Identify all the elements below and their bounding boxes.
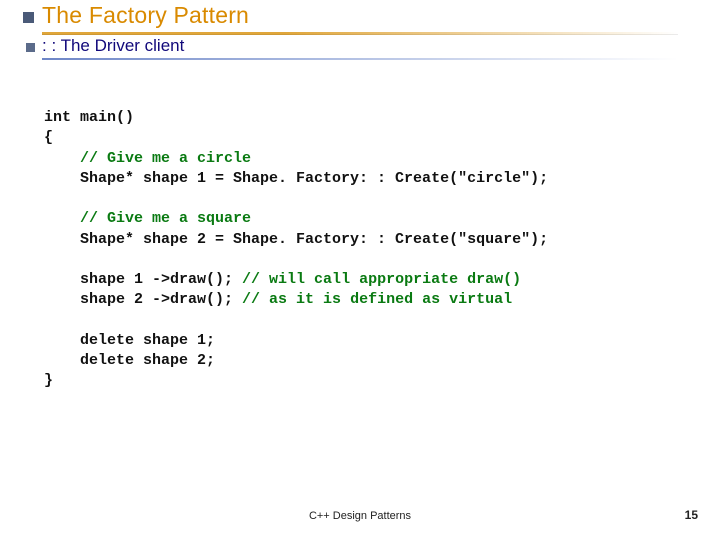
slide-subtitle: : : The Driver client: [42, 36, 184, 56]
title-underline: [42, 32, 678, 35]
code-line: shape 2 ->draw();: [44, 291, 242, 308]
code-comment: // will call appropriate draw(): [242, 271, 521, 288]
bullet-square-icon: [23, 12, 34, 23]
code-line: Shape* shape 1 = Shape. Factory: : Creat…: [44, 170, 548, 187]
code-comment: // Give me a square: [80, 210, 251, 227]
code-line: }: [44, 372, 53, 389]
code-indent: [44, 210, 80, 227]
page-number: 15: [685, 508, 698, 522]
code-line: {: [44, 129, 53, 146]
code-line: delete shape 1;: [44, 332, 215, 349]
footer: C++ Design Patterns 15: [0, 510, 720, 522]
code-line: int main(): [44, 109, 134, 126]
slide-title: The Factory Pattern: [42, 2, 249, 29]
subtitle-underline: [42, 58, 678, 60]
bullet-square-icon: [26, 43, 35, 52]
code-line: delete shape 2;: [44, 352, 215, 369]
code-line: Shape* shape 2 = Shape. Factory: : Creat…: [44, 231, 548, 248]
code-block: int main() { // Give me a circle Shape* …: [44, 108, 676, 392]
code-comment: // as it is defined as virtual: [242, 291, 512, 308]
code-comment: // Give me a circle: [80, 150, 251, 167]
slide: The Factory Pattern : : The Driver clien…: [0, 0, 720, 540]
footer-text: C++ Design Patterns: [0, 510, 720, 522]
code-indent: [44, 150, 80, 167]
code-line: shape 1 ->draw();: [44, 271, 242, 288]
